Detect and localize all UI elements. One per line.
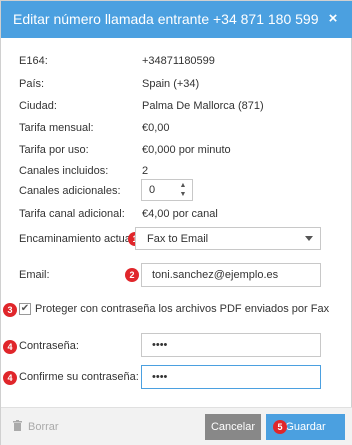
tarifa-canal-value: €4,00 por canal [142, 208, 218, 220]
canales-adicionales-value: 0 [149, 184, 156, 196]
encaminamiento-label: Encaminamiento actual: [19, 233, 131, 245]
canales-adicionales-label: Canales adicionales: [19, 185, 121, 197]
annotation-badge-2: 2 [125, 268, 139, 282]
annotation-badge-5: 5 [273, 420, 287, 434]
encaminamiento-select[interactable]: Fax to Email [135, 227, 321, 250]
confirm-password-label: Confirme su contraseña: [19, 371, 139, 383]
pais-value: Spain (+34) [142, 78, 200, 90]
ciudad-value: Palma De Mallorca (871) [142, 100, 264, 112]
checkmark-icon: ✔ [20, 303, 30, 314]
proteger-label: Proteger con contraseña los archivos PDF… [35, 303, 330, 315]
e164-label: E164: [19, 55, 48, 67]
email-label: Email: [19, 269, 50, 281]
annotation-badge-4a: 4 [3, 340, 17, 354]
canales-incluidos-value: 2 [142, 165, 149, 177]
annotation-badge-3: 3 [3, 303, 17, 317]
proteger-checkbox[interactable]: ✔ [19, 303, 31, 315]
dialog-titlebar: Editar número llamada entrante +34 871 1… [1, 1, 352, 38]
trash-icon [13, 420, 22, 431]
confirm-password-field[interactable]: •••• [141, 365, 321, 389]
annotation-badge-4b: 4 [3, 371, 17, 385]
dialog-footer: Borrar Cancelar Guardar 5 [1, 407, 352, 445]
dialog-title: Editar número llamada entrante +34 871 1… [13, 11, 319, 27]
close-icon[interactable]: × [325, 10, 341, 28]
canales-incluidos-label: Canales incluidos: [19, 165, 109, 177]
edit-number-dialog: Editar número llamada entrante +34 871 1… [0, 0, 352, 445]
encaminamiento-selected-value: Fax to Email [147, 233, 209, 245]
chevron-down-icon[interactable]: ▼ [178, 191, 188, 199]
chevron-up-icon[interactable]: ▲ [178, 182, 188, 190]
tarifa-uso-label: Tarifa por uso: [19, 144, 89, 156]
caret-down-icon [305, 236, 313, 241]
tarifa-uso-value: €0,000 por minuto [142, 144, 231, 156]
email-field[interactable]: toni.sanchez@ejemplo.es [141, 263, 321, 287]
e164-value: +34871180599 [142, 55, 215, 67]
tarifa-canal-label: Tarifa canal adicional: [19, 208, 125, 220]
cancel-button[interactable]: Cancelar [205, 414, 261, 440]
tarifa-mensual-value: €0,00 [142, 122, 170, 134]
delete-button[interactable]: Borrar [13, 420, 59, 433]
canales-adicionales-stepper[interactable]: 0 ▲ ▼ [141, 179, 193, 201]
delete-label: Borrar [28, 421, 59, 433]
password-label: Contraseña: [19, 340, 79, 352]
save-label: Guardar [285, 421, 326, 433]
ciudad-label: Ciudad: [19, 100, 57, 112]
pais-label: País: [19, 78, 45, 90]
tarifa-mensual-label: Tarifa mensual: [19, 122, 94, 134]
password-field[interactable]: •••• [141, 333, 321, 357]
